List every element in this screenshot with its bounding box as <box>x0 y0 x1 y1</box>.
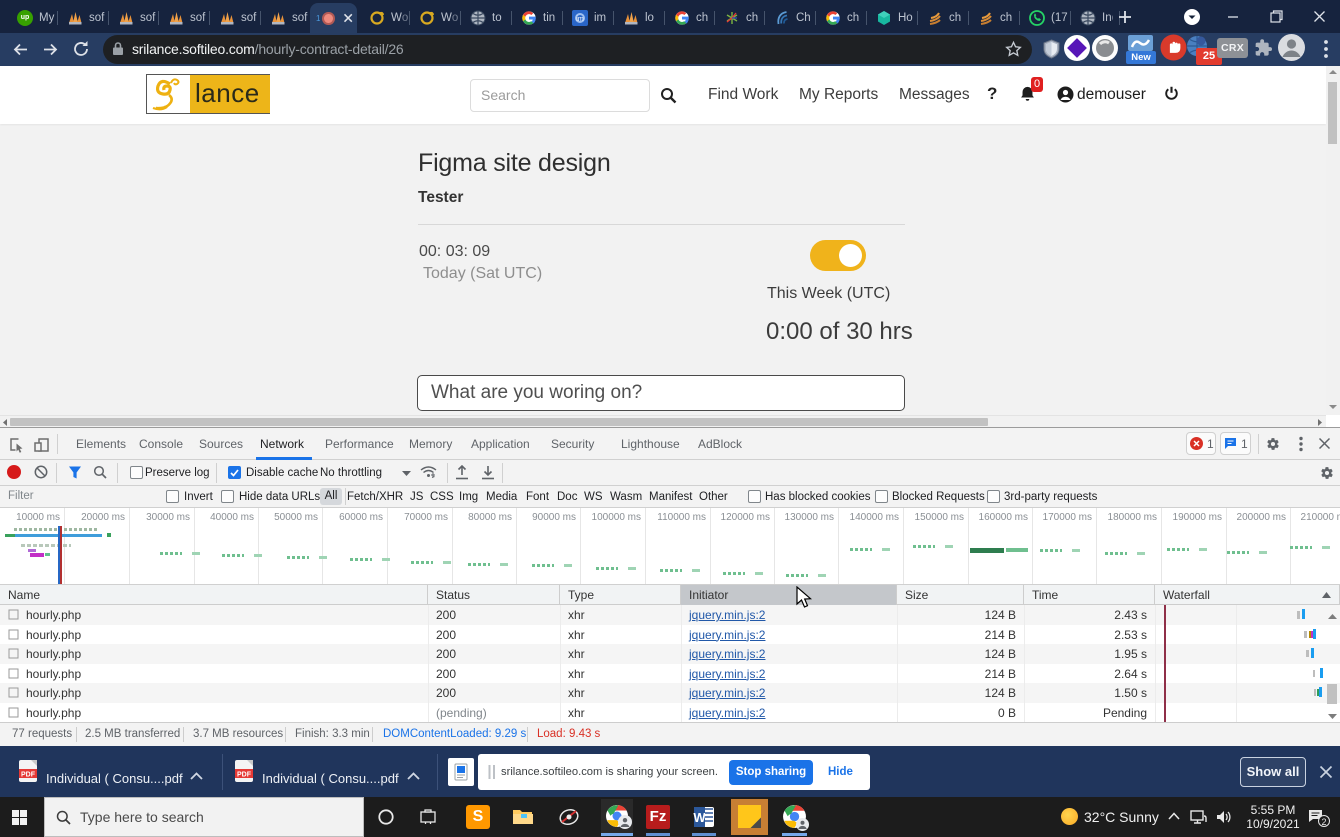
svg-text:W: W <box>693 810 706 825</box>
svg-text:PDF: PDF <box>237 772 252 779</box>
svg-text:PDF: PDF <box>21 772 36 779</box>
svg-text:im: im <box>576 16 584 23</box>
